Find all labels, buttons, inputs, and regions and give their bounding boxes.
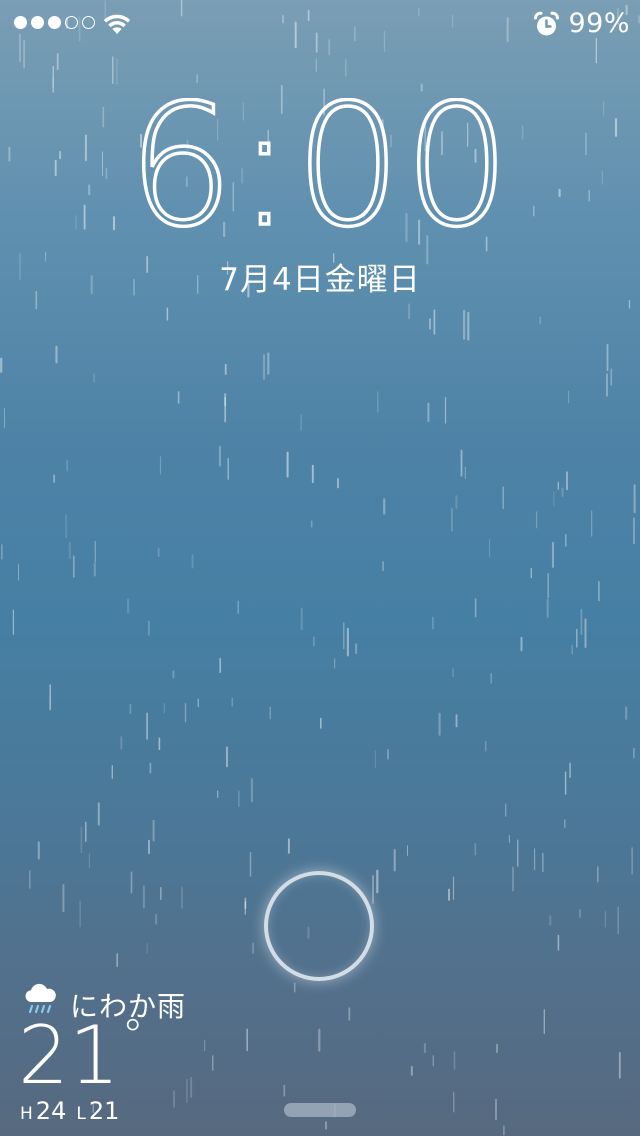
high-value: 24 xyxy=(35,1097,67,1125)
high-low-temperatures: H 24 L 21 xyxy=(20,1097,129,1125)
weather-temperature: 21 ° xyxy=(18,1009,144,1102)
lock-screen-time-text: 6:00 xyxy=(140,98,500,238)
low-value: 21 xyxy=(88,1097,120,1125)
alarm-clock-icon xyxy=(534,11,559,36)
lock-screen-date: 7月4日金曜日 xyxy=(219,262,421,298)
signal-dot-filled xyxy=(14,16,27,29)
camera-grabber-handle[interactable] xyxy=(284,1103,356,1117)
temperature-value: 21 xyxy=(18,1009,120,1102)
wifi-icon xyxy=(103,14,131,34)
degree-symbol: ° xyxy=(121,1010,144,1061)
low-label: L xyxy=(76,1104,86,1124)
home-button-ring[interactable] xyxy=(264,871,374,981)
signal-dot-filled xyxy=(31,16,44,29)
signal-dot-empty xyxy=(82,16,95,29)
status-bar: 99% xyxy=(0,0,640,46)
signal-dot-filled xyxy=(48,16,61,29)
signal-dot-empty xyxy=(65,16,78,29)
cellular-signal-indicator xyxy=(14,16,95,29)
battery-percentage: 99% xyxy=(568,8,630,39)
high-label: H xyxy=(20,1104,33,1124)
lock-screen-time: 6:00 xyxy=(140,98,500,238)
